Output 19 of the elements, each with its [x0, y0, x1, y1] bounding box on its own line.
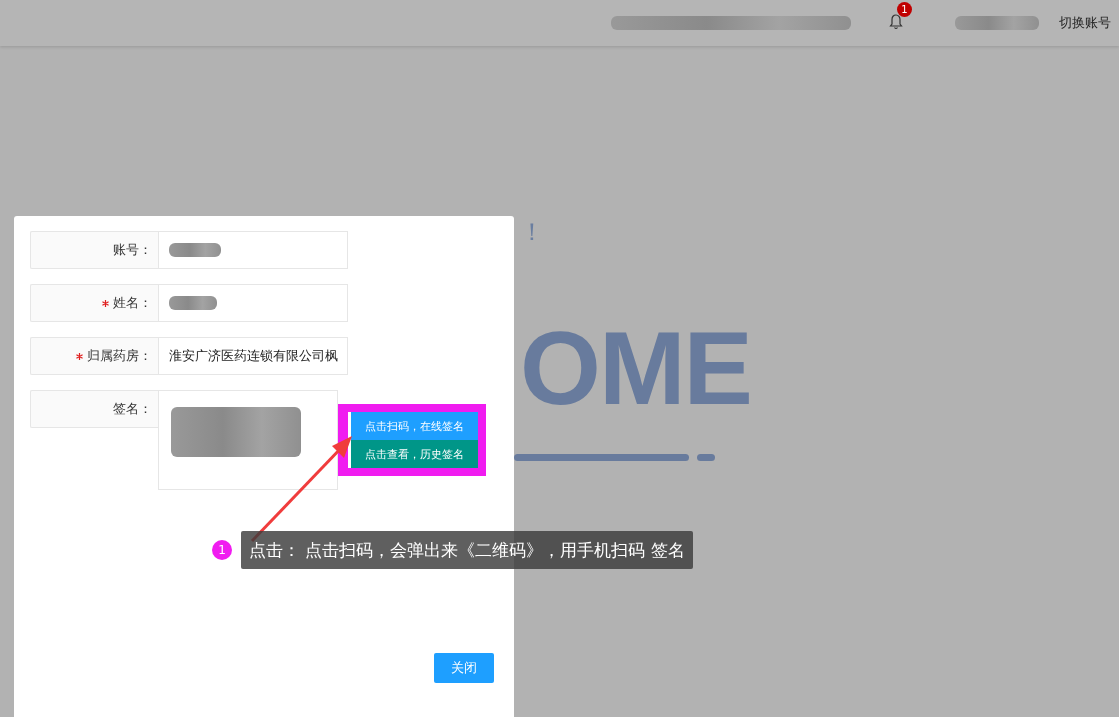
- redacted-value: [169, 243, 221, 257]
- required-icon: [76, 352, 83, 360]
- pharmacy-field[interactable]: 淮安广济医药连锁有限公司枫: [158, 337, 348, 375]
- field-label: 账号：: [30, 231, 158, 269]
- sign-button[interactable]: 点击扫码，在线签名: [348, 412, 478, 440]
- switch-account-link[interactable]: 切换账号: [1059, 14, 1111, 32]
- field-label: 姓名：: [30, 284, 158, 322]
- annotation-tooltip: 点击： 点击扫码，会弹出来《二维码》，用手机扫码 签名: [241, 531, 693, 569]
- field-label: 归属药房：: [30, 337, 158, 375]
- welcome-text: OME: [520, 316, 751, 420]
- sign-button[interactable]: 点击查看，历史签名: [348, 440, 478, 468]
- required-icon: [102, 299, 109, 307]
- greeting-text: ！: [520, 217, 544, 248]
- redacted-value: [169, 296, 217, 310]
- underline-bar: [697, 454, 715, 461]
- bell-icon[interactable]: [889, 14, 903, 30]
- notification-badge: 1: [897, 2, 912, 17]
- close-button[interactable]: 关闭: [434, 653, 494, 683]
- field-label: 签名：: [30, 390, 158, 428]
